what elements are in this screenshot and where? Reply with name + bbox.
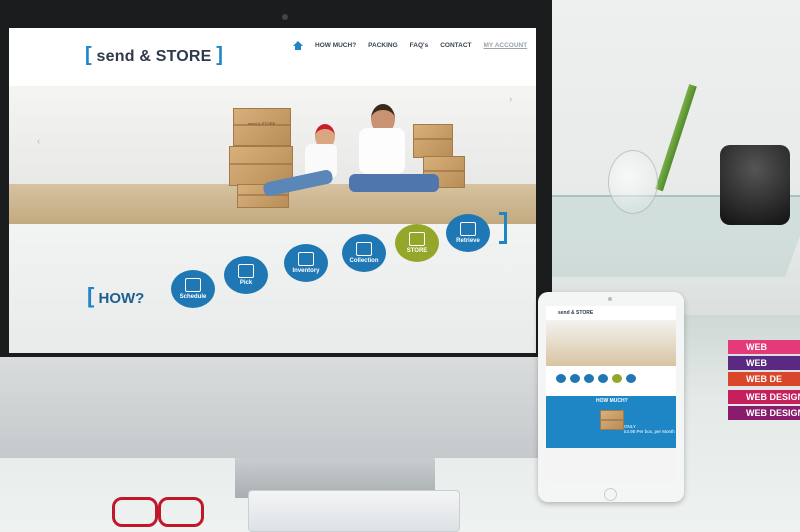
- keyboard: [248, 490, 460, 532]
- step-label: Pick: [239, 280, 253, 286]
- price-amount: £4.95 Per box, per Month: [624, 429, 675, 434]
- camera-dot-icon: [282, 14, 288, 20]
- ipad-step[interactable]: [570, 374, 580, 383]
- home-button-icon: [604, 488, 617, 501]
- couple-photo: [262, 124, 343, 214]
- imac-chin: [0, 357, 552, 458]
- ipad-steps: [556, 374, 636, 383]
- step-label: Schedule: [179, 294, 207, 300]
- logo-text: send & STORE: [96, 48, 212, 65]
- ipad-site-logo[interactable]: send & STORE: [558, 310, 593, 316]
- couple-photo: [339, 104, 449, 204]
- step-label: STORE: [406, 248, 428, 254]
- main-nav: HOW MUCH? PACKING FAQ's CONTACT MY ACCOU…: [293, 41, 527, 50]
- step-retrieve[interactable]: Retrieve: [446, 214, 490, 252]
- step-store[interactable]: STORE: [395, 224, 439, 262]
- ipad-step[interactable]: [626, 374, 636, 383]
- step-schedule[interactable]: Schedule: [171, 270, 215, 308]
- retrieve-box-icon: [460, 222, 476, 236]
- site-header: [ send & STORE ] HOW MUCH? PACKING FAQ's…: [9, 28, 536, 86]
- hero-banner: send & STORE ‹ ›: [9, 66, 536, 224]
- step-pick[interactable]: Pick: [224, 256, 268, 294]
- book-spine: WEB: [728, 356, 800, 370]
- book-spine: WEB DESIGN: [728, 390, 800, 404]
- how-label: HOW?: [98, 290, 145, 307]
- slider-next-arrow[interactable]: ›: [509, 94, 512, 105]
- red-glasses: [108, 495, 218, 527]
- step-inventory[interactable]: Inventory: [284, 244, 328, 282]
- ipad-how-much-title: HOW MUCH?: [596, 398, 628, 404]
- logo-bracket: [: [85, 44, 92, 66]
- book-stack: WEB WEB WEB DE WEB DESIGN WEB DESIGN: [728, 340, 800, 440]
- how-heading: [ HOW?: [87, 283, 144, 309]
- ipad-price: ONLY £4.95 Per box, per Month: [624, 424, 675, 434]
- step-collection[interactable]: Collection: [342, 234, 386, 272]
- nav-packing[interactable]: PACKING: [368, 42, 398, 49]
- ipad-step[interactable]: [598, 374, 608, 383]
- nav-faqs[interactable]: FAQ's: [410, 42, 429, 49]
- how-bracket-right: [499, 212, 507, 244]
- slider-prev-arrow[interactable]: ‹: [37, 136, 40, 147]
- step-label: Inventory: [292, 268, 320, 274]
- bamboo-plant: [655, 84, 697, 192]
- nav-contact[interactable]: CONTACT: [440, 42, 471, 49]
- how-bracket: [: [87, 283, 95, 308]
- calendar-icon: [185, 278, 201, 292]
- checklist-icon: [298, 252, 314, 266]
- nav-my-account[interactable]: MY ACCOUNT: [484, 42, 528, 49]
- camera-lens: [720, 145, 790, 225]
- ipad-device: send & STORE HOW MUCH? ONLY £4.95 Per bo…: [538, 292, 684, 502]
- ipad-screen: send & STORE HOW MUCH? ONLY £4.95 Per bo…: [546, 306, 676, 484]
- logo-bracket: ]: [216, 44, 224, 66]
- nav-how-much[interactable]: HOW MUCH?: [315, 42, 356, 49]
- book-spine: WEB: [728, 340, 800, 354]
- ipad-step[interactable]: [612, 374, 622, 383]
- boxes-icon: [238, 264, 254, 278]
- book-spine: WEB DESIGN: [728, 406, 800, 420]
- ipad-step[interactable]: [556, 374, 566, 383]
- home-icon[interactable]: [293, 41, 303, 50]
- glasses-lens: [112, 497, 158, 527]
- glass-bulb-vase: [608, 150, 658, 214]
- site-logo[interactable]: [ send & STORE ]: [85, 44, 223, 67]
- glasses-lens: [158, 497, 204, 527]
- step-label: Collection: [349, 258, 379, 264]
- ipad-step[interactable]: [584, 374, 594, 383]
- imac-monitor: send & STORE ‹ › [ send & STORE] HOW MU…: [0, 0, 552, 458]
- box-icon: [409, 232, 425, 246]
- ipad-hero: [546, 320, 676, 366]
- ipad-price-section: HOW MUCH? ONLY £4.95 Per box, per Month: [546, 396, 676, 448]
- book-spine: WEB DE: [728, 372, 800, 386]
- truck-icon: [356, 242, 372, 256]
- price-box-image: [600, 410, 624, 430]
- step-label: Retrieve: [456, 238, 480, 244]
- camera-dot-icon: [608, 297, 612, 301]
- ipad-footer-section: [546, 448, 676, 484]
- imac-screen: send & STORE ‹ › [ send & STORE] HOW MU…: [9, 28, 536, 353]
